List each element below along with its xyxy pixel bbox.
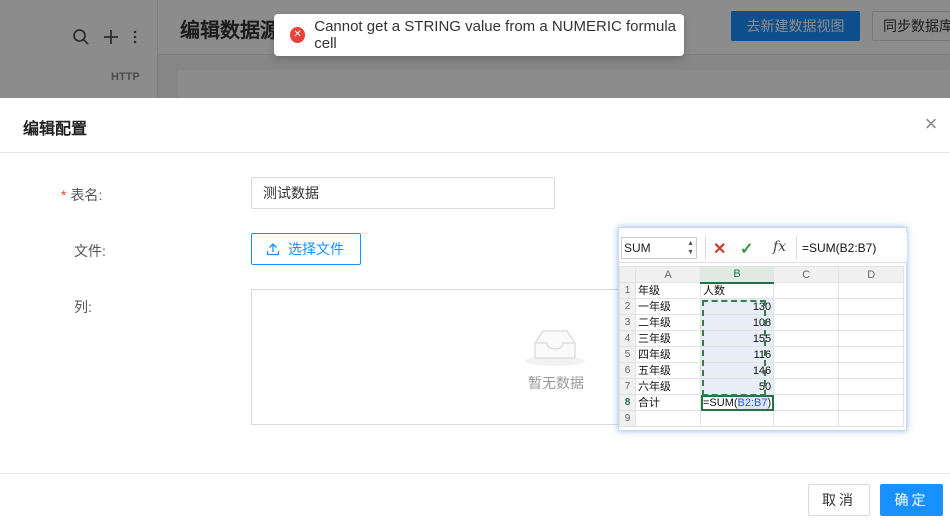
error-icon: ✕ xyxy=(290,27,306,43)
row-header[interactable]: 6 xyxy=(619,362,636,379)
table-row: 5 四年级 116 xyxy=(619,346,905,363)
cancel-x-icon[interactable]: ✕ xyxy=(713,239,726,259)
cell[interactable]: 三年级 xyxy=(635,330,701,347)
table-row: 4 三年级 155 xyxy=(619,330,905,347)
cell[interactable] xyxy=(773,394,840,411)
check-icon[interactable]: ✓ xyxy=(740,239,753,259)
cell[interactable]: 合计 xyxy=(635,394,701,411)
table-row: 9 xyxy=(619,410,905,427)
row-header[interactable]: 5 xyxy=(619,346,636,363)
empty-inbox-icon xyxy=(523,325,587,370)
cell[interactable]: 50 xyxy=(699,378,775,395)
cell[interactable]: 130 xyxy=(699,298,775,315)
cell[interactable] xyxy=(838,298,905,315)
cell[interactable]: 108 xyxy=(699,314,775,331)
columns-table: 暂无数据 xyxy=(251,289,651,425)
cell[interactable] xyxy=(773,330,840,347)
row-header[interactable]: 1 xyxy=(619,282,636,299)
cell[interactable] xyxy=(838,410,905,427)
function-icon[interactable]: fx xyxy=(773,239,786,255)
modal-footer: 取消 确定 xyxy=(0,473,950,528)
cell[interactable] xyxy=(838,314,905,331)
cell-grid: A B C D 1 年级 人数 2 一年级 130 3 二年级 108 4 三年… xyxy=(619,266,905,427)
formula-input[interactable]: =SUM(B2:B7) xyxy=(802,241,876,255)
cell[interactable] xyxy=(838,282,905,299)
cell[interactable] xyxy=(773,298,840,315)
row-header[interactable]: 4 xyxy=(619,330,636,347)
toast-message: Cannot get a STRING value from a NUMERIC… xyxy=(314,18,677,52)
columns-label: 列: xyxy=(74,299,92,315)
table-row: 7 六年级 50 xyxy=(619,378,905,395)
spreadsheet-screenshot: SUM ▲ ▼ ✕ ✓ fx =SUM(B2:B7) A B C D 1 年级 人… xyxy=(618,227,907,431)
table-name-label: * 表名: xyxy=(61,187,103,203)
cell[interactable]: 五年级 xyxy=(635,362,701,379)
modal-title: 编辑配置 xyxy=(23,121,88,138)
spinner-icon: ▲ ▼ xyxy=(687,240,694,256)
name-box[interactable]: SUM ▲ ▼ xyxy=(621,237,697,259)
column-header[interactable]: C xyxy=(773,266,840,283)
cell[interactable]: 155 xyxy=(699,330,775,347)
cell[interactable] xyxy=(838,394,905,411)
empty-text: 暂无数据 xyxy=(528,375,584,391)
cell[interactable] xyxy=(838,346,905,363)
error-toast: ✕ Cannot get a STRING value from a NUMER… xyxy=(274,14,684,56)
cell[interactable]: 146 xyxy=(699,362,775,379)
cell[interactable] xyxy=(699,410,775,427)
cell[interactable] xyxy=(773,282,840,299)
upload-icon xyxy=(266,243,280,256)
divider xyxy=(796,236,797,260)
table-row: 1 年级 人数 xyxy=(619,282,905,299)
table-row: 3 二年级 108 xyxy=(619,314,905,331)
cell[interactable] xyxy=(838,330,905,347)
modal-header: 编辑配置 × xyxy=(0,98,950,153)
cell[interactable] xyxy=(773,346,840,363)
column-header[interactable]: A xyxy=(635,266,701,283)
cell[interactable] xyxy=(838,362,905,379)
cell[interactable]: 人数 xyxy=(699,282,775,299)
cell[interactable] xyxy=(838,378,905,395)
cell[interactable]: 二年级 xyxy=(635,314,701,331)
cell[interactable] xyxy=(635,410,701,427)
select-file-label: 选择文件 xyxy=(288,241,344,257)
corner-cell[interactable] xyxy=(619,266,636,283)
close-icon[interactable]: × xyxy=(921,112,941,136)
file-label: 文件: xyxy=(74,243,106,259)
cell[interactable] xyxy=(773,362,840,379)
cancel-button[interactable]: 取消 xyxy=(808,484,870,516)
row-header[interactable]: 2 xyxy=(619,298,636,315)
cell[interactable] xyxy=(773,314,840,331)
cell[interactable] xyxy=(773,410,840,427)
ok-button[interactable]: 确定 xyxy=(880,484,943,516)
table-row: 8 合计 =SUM(B2:B7) xyxy=(619,394,905,411)
required-mark: * xyxy=(61,187,67,203)
cell[interactable]: 六年级 xyxy=(635,378,701,395)
column-header[interactable]: B xyxy=(699,266,775,284)
select-file-button[interactable]: 选择文件 xyxy=(251,233,361,265)
row-header[interactable]: 7 xyxy=(619,378,636,395)
cell[interactable]: 一年级 xyxy=(635,298,701,315)
row-header[interactable]: 3 xyxy=(619,314,636,331)
cell[interactable] xyxy=(773,378,840,395)
row-header[interactable]: 8 xyxy=(619,394,636,411)
active-cell[interactable]: =SUM(B2:B7) xyxy=(699,394,775,411)
divider xyxy=(705,236,706,260)
formula-bar: SUM ▲ ▼ ✕ ✓ fx =SUM(B2:B7) xyxy=(619,233,907,263)
table-row: 6 五年级 146 xyxy=(619,362,905,379)
cell[interactable]: 四年级 xyxy=(635,346,701,363)
range-reference: B2:B7 xyxy=(737,396,768,409)
cell[interactable]: 116 xyxy=(699,346,775,363)
row-header[interactable]: 9 xyxy=(619,410,636,427)
cell[interactable]: 年级 xyxy=(635,282,701,299)
column-header[interactable]: D xyxy=(838,266,905,283)
table-row: 2 一年级 130 xyxy=(619,298,905,315)
table-name-input[interactable]: 测试数据 xyxy=(251,177,555,209)
